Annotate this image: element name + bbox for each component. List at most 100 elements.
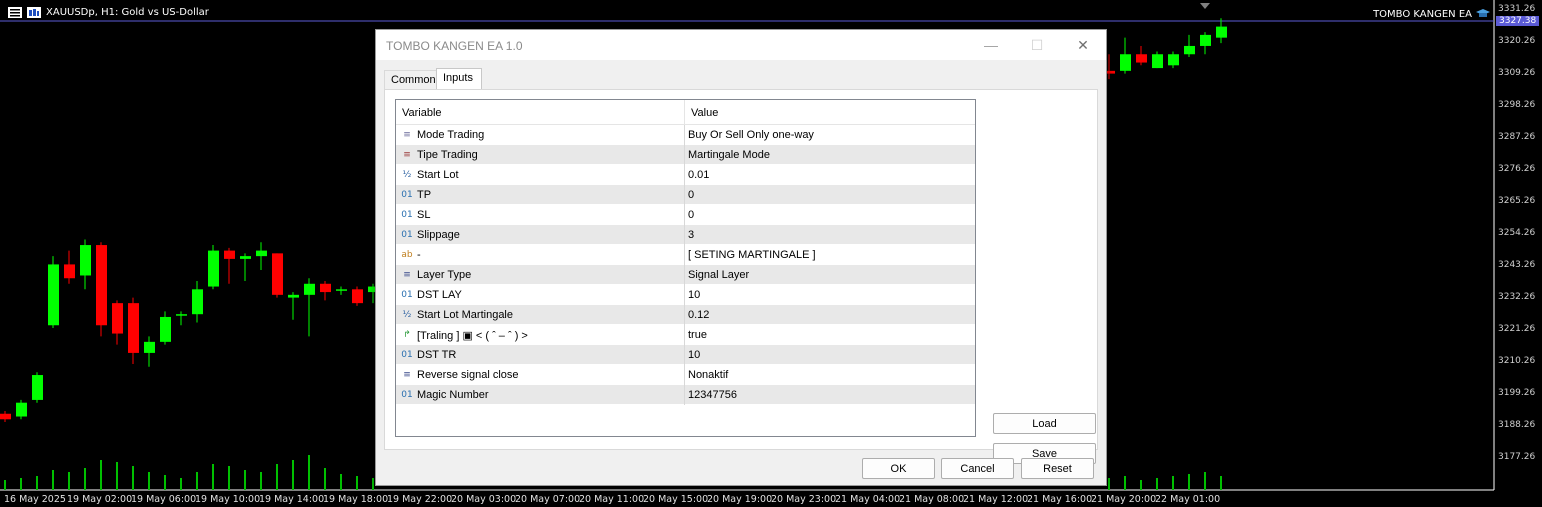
candle-body bbox=[192, 289, 203, 315]
reset-button[interactable]: Reset bbox=[1021, 458, 1094, 479]
param-type-icon: ≡ bbox=[403, 270, 411, 280]
param-type-icon: 01 bbox=[401, 230, 413, 240]
input-row[interactable]: ab - [ SETING MARTINGALE ] bbox=[396, 245, 975, 265]
price-tick-label: 3331.26 bbox=[1498, 4, 1536, 14]
ok-button[interactable]: OK bbox=[862, 458, 935, 479]
close-icon: ✕ bbox=[1077, 36, 1089, 53]
candle-body bbox=[272, 253, 283, 295]
param-value[interactable]: 0.01 bbox=[688, 169, 709, 181]
candle-body bbox=[336, 289, 347, 291]
param-value[interactable]: [ SETING MARTINGALE ] bbox=[688, 249, 816, 261]
price-tick-label: 3243.26 bbox=[1498, 260, 1536, 270]
param-type-icon: 01 bbox=[401, 350, 413, 360]
tab-common[interactable]: Common bbox=[384, 70, 437, 90]
time-tick-label: 20 May 23:00 bbox=[771, 494, 837, 505]
input-row[interactable]: ↱ [Traling ] ▣ < ( ˆ – ˆ ) > true bbox=[396, 325, 975, 345]
inputs-grid[interactable]: Variable Value ≡ Mode Trading Buy Or Sell … bbox=[395, 99, 976, 437]
param-type-icon: ≡ bbox=[403, 130, 411, 140]
param-name: Layer Type bbox=[417, 269, 472, 281]
time-tick-label: 20 May 15:00 bbox=[643, 494, 709, 505]
param-type-icon: 01 bbox=[401, 290, 413, 300]
param-type-icon: 01 bbox=[401, 390, 413, 400]
price-tick-label: 3265.26 bbox=[1498, 196, 1536, 206]
one-click-trading-icon[interactable] bbox=[27, 7, 41, 18]
dialog-titlebar[interactable]: TOMBO KANGEN EA 1.0 — ☐ ✕ bbox=[376, 30, 1106, 60]
time-tick-label: 22 May 01:00 bbox=[1155, 494, 1221, 505]
candle-body bbox=[80, 245, 91, 276]
input-row[interactable]: ≡ Tipe Trading Martingale Mode bbox=[396, 145, 975, 165]
input-row[interactable]: 01 Magic Number 12347756 bbox=[396, 385, 975, 405]
candle-body bbox=[1152, 54, 1163, 69]
candle-body bbox=[16, 402, 27, 417]
input-row[interactable]: 01 TP 0 bbox=[396, 185, 975, 205]
candle-body bbox=[112, 303, 123, 334]
price-tick-label: 3309.26 bbox=[1498, 68, 1536, 78]
input-row[interactable]: 01 DST TR 10 bbox=[396, 345, 975, 365]
param-value[interactable]: Martingale Mode bbox=[688, 149, 770, 161]
chart-menu-icon[interactable] bbox=[8, 7, 22, 18]
price-tick-label: 3210.26 bbox=[1498, 356, 1536, 366]
param-type-icon: ab bbox=[401, 250, 413, 260]
input-row[interactable]: ≡ Layer Type Signal Layer bbox=[396, 265, 975, 285]
candle-body bbox=[240, 256, 251, 259]
maximize-button: ☐ bbox=[1014, 30, 1060, 60]
chart-shift-marker bbox=[1200, 3, 1210, 9]
param-value[interactable]: 0.12 bbox=[688, 309, 709, 321]
param-value[interactable]: Buy Or Sell Only one-way bbox=[688, 129, 814, 141]
param-value[interactable]: 10 bbox=[688, 289, 700, 301]
column-value-header[interactable]: Value bbox=[691, 107, 718, 119]
param-type-icon: ≡ bbox=[403, 370, 411, 380]
param-value[interactable]: 0 bbox=[688, 189, 694, 201]
param-name: Slippage bbox=[417, 229, 460, 241]
param-name: Reverse signal close bbox=[417, 369, 519, 381]
candle-body bbox=[1216, 26, 1227, 38]
param-value[interactable]: 12347756 bbox=[688, 389, 737, 401]
candle-body bbox=[176, 314, 187, 316]
param-value[interactable]: 3 bbox=[688, 229, 694, 241]
price-tick-label: 3199.26 bbox=[1498, 388, 1536, 398]
cell-divider bbox=[684, 225, 685, 245]
input-row[interactable]: 01 SL 0 bbox=[396, 205, 975, 225]
inputs-panel: Variable Value ≡ Mode Trading Buy Or Sell … bbox=[384, 89, 1098, 464]
param-value[interactable]: Signal Layer bbox=[688, 269, 749, 281]
candle-body bbox=[144, 341, 155, 353]
param-value[interactable]: 0 bbox=[688, 209, 694, 221]
candle-body bbox=[1184, 45, 1195, 55]
cancel-button[interactable]: Cancel bbox=[941, 458, 1014, 479]
ea-name-text: TOMBO KANGEN EA bbox=[1373, 8, 1472, 20]
param-name: Tipe Trading bbox=[417, 149, 478, 161]
input-row[interactable]: ½ Start Lot Martingale 0.12 bbox=[396, 305, 975, 325]
cell-divider bbox=[684, 325, 685, 345]
tab-inputs[interactable]: Inputs bbox=[436, 68, 482, 90]
cell-divider bbox=[684, 245, 685, 265]
time-tick-label: 19 May 02:00 bbox=[67, 494, 133, 505]
input-row[interactable]: 01 Slippage 3 bbox=[396, 225, 975, 245]
input-row[interactable]: ≡ Reverse signal close Nonaktif bbox=[396, 365, 975, 385]
param-value[interactable]: true bbox=[688, 329, 707, 341]
load-button[interactable]: Load bbox=[993, 413, 1096, 434]
param-value[interactable]: 10 bbox=[688, 349, 700, 361]
input-row[interactable]: 01 DST LAY 10 bbox=[396, 285, 975, 305]
price-tick-label: 3287.26 bbox=[1498, 132, 1536, 142]
param-name: Magic Number bbox=[417, 389, 489, 401]
price-tick-label: 3298.26 bbox=[1498, 100, 1536, 110]
cell-divider bbox=[684, 285, 685, 305]
param-value[interactable]: Nonaktif bbox=[688, 369, 728, 381]
close-button[interactable]: ✕ bbox=[1060, 30, 1106, 60]
input-row[interactable]: ½ Start Lot 0.01 bbox=[396, 165, 975, 185]
input-row[interactable]: ≡ Mode Trading Buy Or Sell Only one-way bbox=[396, 125, 975, 145]
cell-divider bbox=[684, 205, 685, 225]
param-name: Start Lot bbox=[417, 169, 459, 181]
time-tick-label: 20 May 11:00 bbox=[579, 494, 645, 505]
candle-body bbox=[160, 316, 171, 342]
param-name: DST TR bbox=[417, 349, 457, 361]
price-tick-label: 3254.26 bbox=[1498, 228, 1536, 238]
minimize-button[interactable]: — bbox=[968, 30, 1014, 60]
cell-divider bbox=[684, 265, 685, 285]
param-type-icon: 01 bbox=[401, 190, 413, 200]
expert-advisor-label[interactable]: TOMBO KANGEN EA bbox=[1373, 8, 1490, 20]
candle-body bbox=[128, 303, 139, 353]
param-name: [Traling ] ▣ < ( ˆ – ˆ ) > bbox=[417, 330, 528, 342]
column-variable-header[interactable]: Variable bbox=[402, 107, 442, 119]
time-tick-label: 20 May 19:00 bbox=[707, 494, 773, 505]
